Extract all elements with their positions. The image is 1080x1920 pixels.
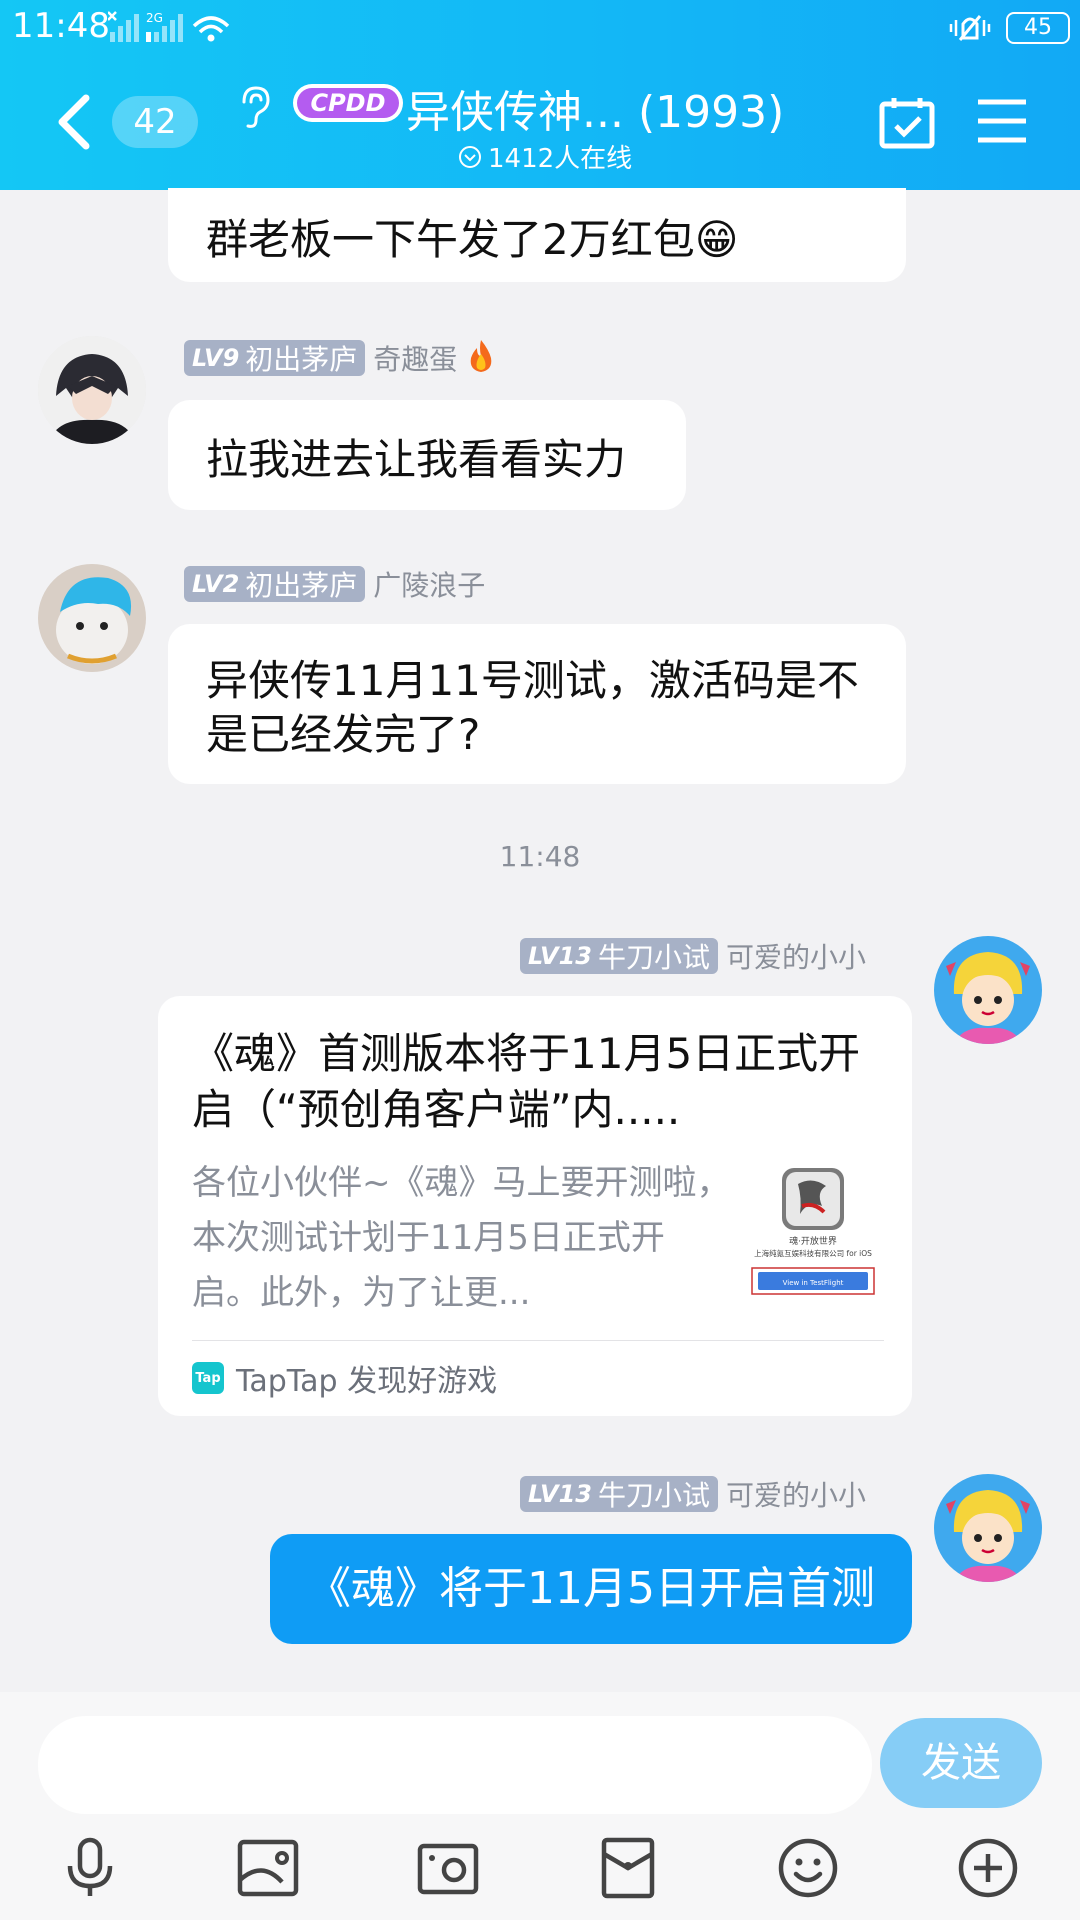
battery-indicator: 45 xyxy=(1006,12,1070,44)
level-badge: LV9 初出茅庐 xyxy=(184,340,366,376)
level-badge: LV13 牛刀小试 xyxy=(520,1476,718,1512)
taptap-icon: Tap xyxy=(192,1362,224,1394)
level-number: LV9 xyxy=(192,344,240,372)
camera-icon[interactable] xyxy=(416,1836,480,1900)
card-divider xyxy=(192,1340,884,1341)
thumb-button: View in TestFlight xyxy=(783,1279,844,1287)
avatar[interactable] xyxy=(38,336,146,444)
message-bubble[interactable]: 异侠传11月11号测试，激活码是不是已经发完了? xyxy=(168,624,906,784)
menu-button[interactable] xyxy=(976,98,1028,144)
sender-nickname[interactable]: 可爱的小小 xyxy=(726,936,866,976)
time-divider: 11:48 xyxy=(499,840,581,873)
blonde-girl-avatar-image xyxy=(934,936,1042,1044)
card-source-label: TapTap 发现好游戏 xyxy=(236,1364,498,1399)
avatar[interactable] xyxy=(38,564,146,672)
level-number: LV2 xyxy=(192,570,240,598)
avatar[interactable] xyxy=(934,936,1042,1044)
thumb-caption: 魂·开放世界 xyxy=(789,1235,837,1247)
level-title: 牛刀小试 xyxy=(597,1479,710,1512)
card-description: 各位小伙伴~《魂》马上要开测啦，本次测试计划于11月5日正式开启。此外，为了让更… xyxy=(192,1163,731,1313)
avatar[interactable] xyxy=(934,1474,1042,1582)
self-message-bubble[interactable]: 《魂》将于11月5日开启首测 xyxy=(270,1534,912,1644)
chevron-left-icon xyxy=(58,94,90,150)
red-packet-icon[interactable] xyxy=(596,1836,660,1900)
group-tag-badge: CPDD xyxy=(292,80,404,126)
sender-nickname[interactable]: 奇趣蛋 xyxy=(373,338,457,378)
sender-nickname[interactable]: 可爱的小小 xyxy=(726,1474,866,1514)
sender-info: LV13 牛刀小试 可爱的小小 xyxy=(520,1474,866,1514)
plus-icon[interactable] xyxy=(956,1836,1020,1900)
ear-icon[interactable] xyxy=(236,84,272,130)
send-button[interactable]: 发送 xyxy=(880,1718,1042,1808)
online-count-row[interactable]: 1412人在线 xyxy=(458,138,632,175)
thumb-company: 上海纯氪互娱科技有限公司 for iOS xyxy=(754,1248,872,1258)
level-title: 初出茅庐 xyxy=(245,343,358,376)
card-thumbnail: 魂·开放世界 上海纯氪互娱科技有限公司 for iOS View in Test… xyxy=(742,1162,884,1298)
fire-icon xyxy=(465,338,497,378)
menu-icon xyxy=(978,99,1026,143)
message-bubble[interactable]: 群老板一下午发了2万红包😁 xyxy=(168,188,906,282)
calendar-check-button[interactable] xyxy=(878,96,936,150)
network-type: 2G xyxy=(146,11,163,25)
card-title: 《魂》首测版本将于11月5日正式开启（“预创角客户端”内..... xyxy=(192,1029,861,1134)
vibrate-icon xyxy=(948,10,992,46)
sender-nickname[interactable]: 广陵浪子 xyxy=(373,564,485,604)
blonde-girl-avatar-image xyxy=(934,1474,1042,1582)
message-input[interactable] xyxy=(38,1716,872,1814)
status-time: 11:48 xyxy=(12,6,110,46)
online-count: 1412人在线 xyxy=(488,144,633,174)
level-number: LV13 xyxy=(528,1480,592,1508)
level-title: 初出茅庐 xyxy=(245,569,358,602)
group-tag-label: CPDD xyxy=(310,89,385,117)
unread-count-badge[interactable]: 42 xyxy=(112,96,198,148)
signal-icon: 2G xyxy=(107,11,230,42)
image-icon[interactable] xyxy=(236,1836,300,1900)
sender-info: LV13 牛刀小试 可爱的小小 xyxy=(520,936,866,976)
chevron-down-circle-icon xyxy=(459,145,481,168)
card-source: Tap TapTap 发现好游戏 xyxy=(192,1356,497,1400)
level-badge: LV2 初出茅庐 xyxy=(184,566,366,602)
anime-boy-avatar-image xyxy=(38,336,146,444)
microphone-icon[interactable] xyxy=(58,1836,122,1900)
message-bubble[interactable]: 拉我进去让我看看实力 xyxy=(168,400,686,510)
link-card[interactable]: 《魂》首测版本将于11月5日正式开启（“预创角客户端”内..... 各位小伙伴~… xyxy=(158,996,912,1416)
level-number: LV13 xyxy=(528,942,592,970)
sender-info: LV9 初出茅庐 奇趣蛋 xyxy=(184,338,497,378)
emoji-icon[interactable] xyxy=(776,1836,840,1900)
sender-info: LV2 初出茅庐 广陵浪子 xyxy=(184,564,485,604)
back-button[interactable] xyxy=(50,92,100,152)
level-title: 牛刀小试 xyxy=(597,941,710,974)
signal-icons: 2G xyxy=(107,8,238,44)
calendar-check-icon xyxy=(879,98,935,149)
testflight-app-preview-image: 魂·开放世界 上海纯氪互娱科技有限公司 for iOS View in Test… xyxy=(742,1162,884,1298)
group-title[interactable]: 异侠传神... (1993) xyxy=(406,76,784,140)
level-badge: LV13 牛刀小试 xyxy=(520,938,718,974)
cat-avatar-image xyxy=(38,564,146,672)
